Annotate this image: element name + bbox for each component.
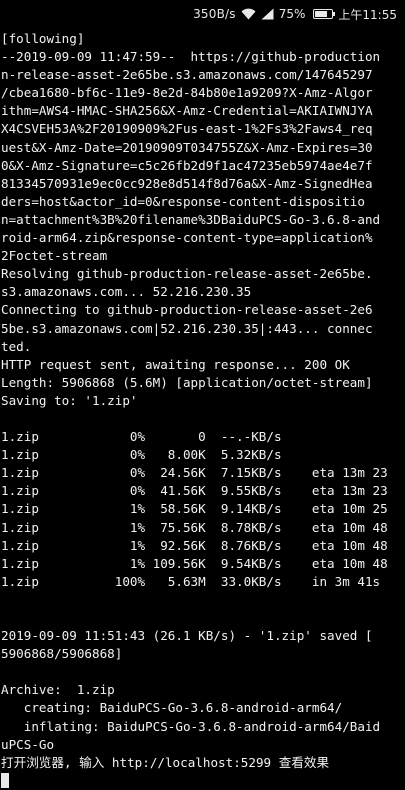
terminal-line: 1.zip 0% 8.00K 5.32KB/s <box>1 447 282 463</box>
terminal-line: 打开浏览器, 输入 http://localhost:5299 查看效果 <box>1 754 330 770</box>
terminal-line: Connecting to github-production-release-… <box>1 302 373 318</box>
terminal-line: s3.amazonaws.com... 52.216.230.35 <box>1 284 252 300</box>
terminal-line: 0&X-Amz-Signature=c5c26fb2d9f1ac47235eb5… <box>1 157 373 173</box>
battery-level <box>315 11 328 17</box>
terminal-line: uPCS-Go <box>1 736 55 752</box>
terminal-line: Length: 5906868 (5.6M) [application/octe… <box>1 374 373 390</box>
signal-icon <box>261 8 274 20</box>
prompt-line[interactable] <box>1 772 405 790</box>
terminal-line: HTTP request sent, awaiting response... … <box>1 356 350 372</box>
terminal-line: 5be.s3.amazonaws.com|52.216.230.35|:443.… <box>1 320 373 336</box>
wifi-icon <box>241 8 256 20</box>
terminal-line: creating: BaiduPCS-Go-3.6.8-android-arm6… <box>1 700 343 716</box>
status-bar: 350B/s 75% 上午11:55 <box>0 0 405 28</box>
terminal-line: 1.zip 0% 0 --.-KB/s <box>1 429 282 445</box>
terminal-line: 1.zip 0% 41.56K 9.55KB/s eta 13m 23 <box>1 483 388 499</box>
terminal-line: ted. <box>1 338 32 354</box>
terminal-line: 5906868/5906868] <box>1 646 123 662</box>
terminal-line: uest&X-Amz-Date=20190909T034755Z&X-Amz-E… <box>1 139 373 155</box>
terminal-line: 1.zip 100% 5.63M 33.0KB/s in 3m 41s <box>1 573 381 589</box>
terminal-line: 1.zip 0% 24.56K 7.15KB/s eta 13m 23 <box>1 465 388 481</box>
terminal-line: [following] <box>1 31 85 46</box>
terminal-line: roid-arm64.zip&response-content-type=app… <box>1 230 373 246</box>
terminal-line: 81334570931e9ec0cc928e8d514f8d76a&X-Amz-… <box>1 175 373 191</box>
battery-icon <box>313 9 336 19</box>
terminal-output[interactable]: [following] --2019-09-09 11:47:59-- https… <box>1 30 405 790</box>
battery-percent: 75% <box>278 7 306 21</box>
terminal-line: ders=host&actor_id=0&response-content-di… <box>1 193 365 209</box>
terminal-line: ithm=AWS4-HMAC-SHA256&X-Amz-Credential=A… <box>1 103 373 119</box>
terminal-line: 1.zip 1% 92.56K 8.76KB/s eta 10m 48 <box>1 537 388 553</box>
terminal-line: 2Foctet-stream <box>1 248 108 264</box>
terminal-line: 2019-09-09 11:51:43 (26.1 KB/s) - '1.zip… <box>1 628 373 644</box>
terminal-line: 1.zip 1% 58.56K 9.14KB/s eta 10m 25 <box>1 501 388 517</box>
network-speed: 350B/s <box>193 7 236 21</box>
terminal-line: 1.zip 1% 75.56K 8.78KB/s eta 10m 48 <box>1 519 388 535</box>
terminal-line: Archive: 1.zip <box>1 682 115 698</box>
terminal-line: /cbea1680-bf6c-11e9-8e2d-84b80e1a9209?X-… <box>1 85 373 101</box>
terminal-line: Resolving github-production-release-asse… <box>1 266 373 282</box>
clock: 上午11:55 <box>338 7 397 22</box>
terminal-line: X4CSVEH53A%2F20190909%2Fus-east-1%2Fs3%2… <box>1 121 373 137</box>
terminal-cursor <box>1 772 9 788</box>
terminal-line: Saving to: '1.zip' <box>1 392 138 408</box>
terminal-line: inflating: BaiduPCS-Go-3.6.8-android-arm… <box>1 718 381 734</box>
terminal-line: n-release-asset-2e65be.s3.amazonaws.com/… <box>1 67 373 83</box>
terminal-line: n=attachment%3B%20filename%3DBaiduPCS-Go… <box>1 211 381 227</box>
terminal-line: 1.zip 1% 109.56K 9.54KB/s eta 10m 48 <box>1 555 388 571</box>
terminal-line: --2019-09-09 11:47:59-- https://github-p… <box>1 49 381 65</box>
